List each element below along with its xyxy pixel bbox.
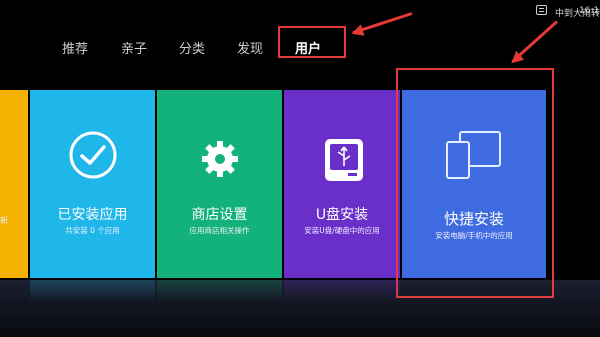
usb-drive-icon [325, 139, 363, 181]
tile-subtitle: 应用商店相关操作 [189, 226, 250, 235]
tile-reflection [284, 280, 400, 302]
gear-icon [202, 141, 238, 177]
tab-highlight-box [278, 26, 346, 58]
tile-reflection [157, 280, 282, 302]
tab-discover[interactable]: 发现 [237, 38, 263, 57]
tile-usb-install[interactable]: U盘安装 安装U盘/硬盘中的应用 [284, 90, 400, 278]
tile-subtitle: 共安装 0 个应用 [65, 226, 120, 235]
tile-subtitle: 安装U盘/硬盘中的应用 [304, 226, 380, 235]
tile-highlight-box [396, 68, 554, 298]
tile-title: 已安装应用 [57, 207, 128, 223]
tab-kids[interactable]: 亲子 [121, 38, 147, 57]
tile-partial-sub: 新 [0, 216, 8, 225]
tile-title: 商店设置 [191, 207, 248, 223]
check-circle-icon [69, 131, 117, 179]
tile-reflection [30, 280, 155, 302]
tile-partial[interactable]: 新 [0, 90, 28, 278]
tile-title: U盘安装 [315, 207, 369, 223]
tile-store-settings[interactable]: 商店设置 应用商店相关操作 [157, 90, 282, 278]
tab-category[interactable]: 分类 [179, 38, 205, 57]
tile-installed-apps[interactable]: 已安装应用 共安装 0 个应用 [30, 90, 155, 278]
tab-recommend[interactable]: 推荐 [62, 38, 88, 57]
